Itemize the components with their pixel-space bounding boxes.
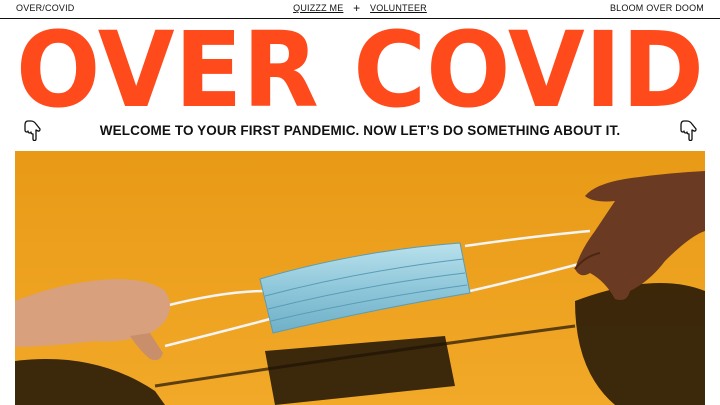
quiz-link[interactable]: QUIZZZ ME (293, 3, 343, 13)
volunteer-link[interactable]: VOLUNTEER (370, 3, 427, 13)
tagline: WELCOME TO YOUR FIRST PANDEMIC. NOW LET’… (99, 123, 621, 138)
tagline-row: WELCOME TO YOUR FIRST PANDEMIC. NOW LET’… (0, 118, 720, 144)
hero-photo (15, 151, 705, 405)
mask-photo-illustration (15, 151, 705, 405)
nav-separator: + (353, 1, 361, 15)
hero-title: OVER COVID (14, 28, 706, 110)
hero-title-text: OVER COVID (16, 28, 704, 110)
top-nav-bar: OVER/COVID QUIZZZ ME + VOLUNTEER BLOOM O… (0, 0, 720, 19)
hero-title-graphic: OVER COVID (16, 28, 704, 110)
bloom-over-doom-link[interactable]: BLOOM OVER DOOM (610, 3, 704, 13)
pointing-hand-icon (678, 119, 698, 146)
